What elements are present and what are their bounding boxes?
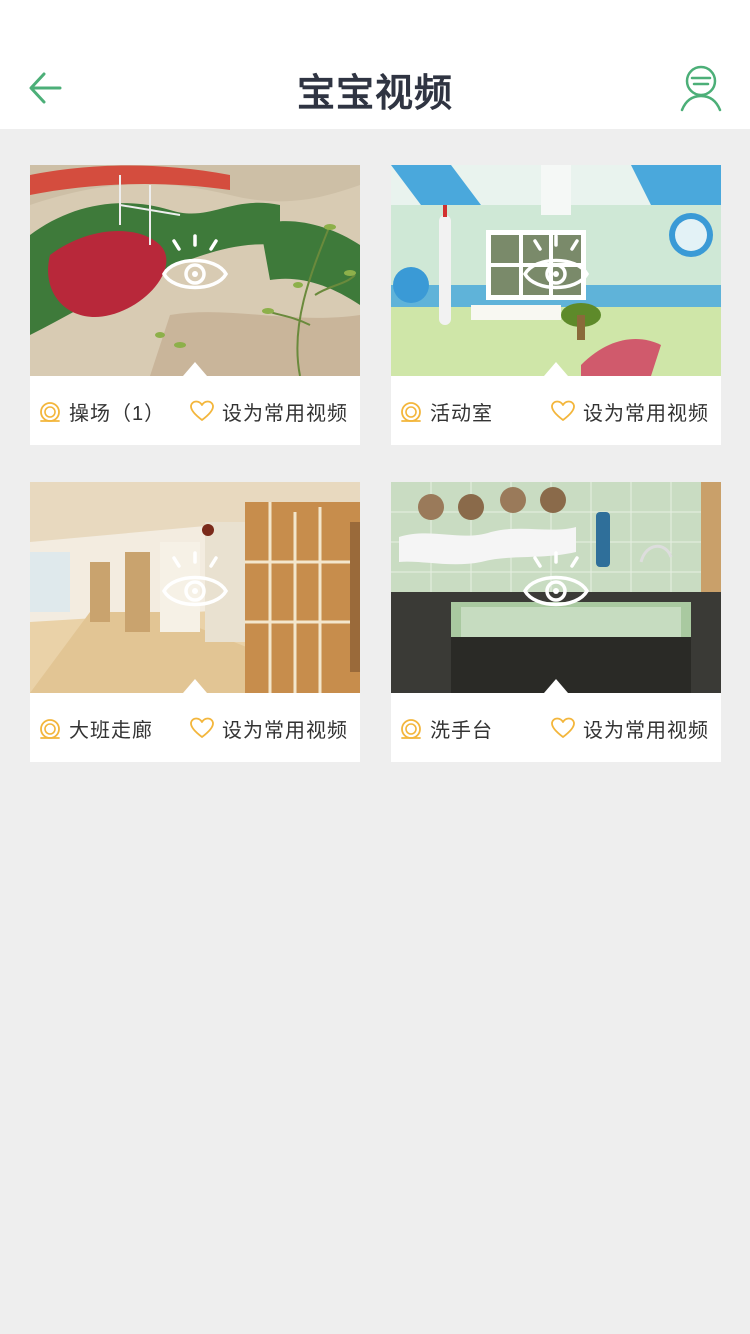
app-header: 宝宝视频	[0, 0, 750, 129]
heart-icon	[551, 400, 575, 421]
eye-icon	[522, 551, 590, 607]
video-card[interactable]: 大班走廊 设为常用视频	[30, 482, 360, 762]
camera-lens-icon	[40, 402, 60, 422]
video-card[interactable]: 操场（1） 设为常用视频	[30, 165, 360, 445]
video-thumbnail[interactable]	[30, 482, 360, 693]
video-caption: 操场（1） 设为常用视频	[30, 376, 360, 445]
eye-icon	[161, 551, 229, 607]
camera-lens-icon	[401, 402, 421, 422]
set-favorite-button[interactable]: 设为常用视频	[190, 397, 348, 425]
profile-button[interactable]	[678, 64, 724, 112]
heart-icon	[190, 400, 214, 421]
thumbnail-pointer	[183, 362, 207, 376]
video-thumbnail[interactable]	[391, 165, 721, 376]
page-title: 宝宝视频	[296, 73, 453, 115]
eye-icon	[522, 234, 590, 290]
thumbnail-pointer	[183, 679, 207, 693]
set-favorite-button[interactable]: 设为常用视频	[190, 714, 348, 742]
video-name: 大班走廊	[69, 720, 153, 742]
set-favorite-button[interactable]: 设为常用视频	[551, 397, 709, 425]
set-favorite-label: 设为常用视频	[583, 719, 709, 742]
video-caption: 大班走廊 设为常用视频	[30, 693, 360, 762]
user-avatar-icon	[680, 65, 722, 112]
heart-icon	[551, 717, 575, 738]
camera-lens-icon	[40, 719, 60, 739]
heart-icon	[190, 717, 214, 738]
video-card[interactable]: 活动室 设为常用视频	[391, 165, 721, 445]
video-caption: 活动室 设为常用视频	[391, 376, 721, 445]
thumbnail-pointer	[544, 362, 568, 376]
set-favorite-button[interactable]: 设为常用视频	[551, 714, 709, 742]
set-favorite-label: 设为常用视频	[222, 719, 348, 742]
video-name: 活动室	[430, 403, 493, 425]
video-thumbnail[interactable]	[391, 482, 721, 693]
eye-icon	[161, 234, 229, 290]
video-thumbnail[interactable]	[30, 165, 360, 376]
set-favorite-label: 设为常用视频	[222, 402, 348, 425]
thumbnail-pointer	[544, 679, 568, 693]
video-card[interactable]: 洗手台 设为常用视频	[391, 482, 721, 762]
camera-lens-icon	[401, 719, 421, 739]
video-caption: 洗手台 设为常用视频	[391, 693, 721, 762]
video-name: 洗手台	[430, 720, 493, 742]
video-name: 操场（1）	[69, 403, 166, 425]
set-favorite-label: 设为常用视频	[583, 402, 709, 425]
